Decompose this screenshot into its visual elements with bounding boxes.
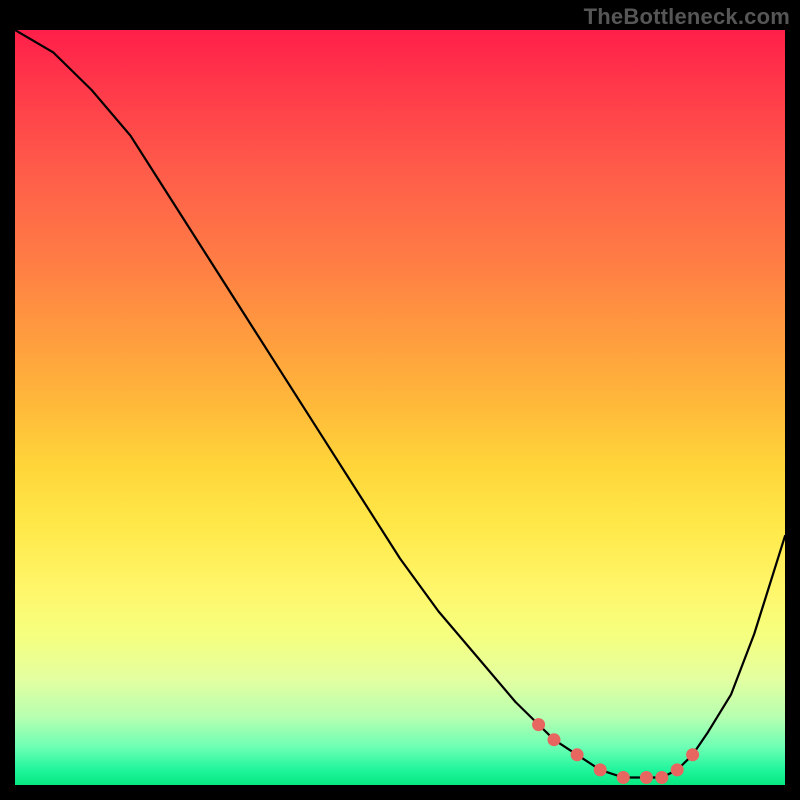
chart-svg [15, 30, 785, 785]
annotation-dot [571, 748, 584, 761]
annotation-dot [686, 748, 699, 761]
annotation-dot [640, 771, 653, 784]
bottleneck-curve [15, 30, 785, 778]
annotation-dot [671, 763, 684, 776]
watermark-text: TheBottleneck.com [584, 4, 790, 30]
chart-canvas: TheBottleneck.com [0, 0, 800, 800]
annotation-dot [594, 763, 607, 776]
annotation-dot [548, 733, 561, 746]
annotation-dot [617, 771, 630, 784]
annotation-dot [532, 718, 545, 731]
annotation-dot [655, 771, 668, 784]
